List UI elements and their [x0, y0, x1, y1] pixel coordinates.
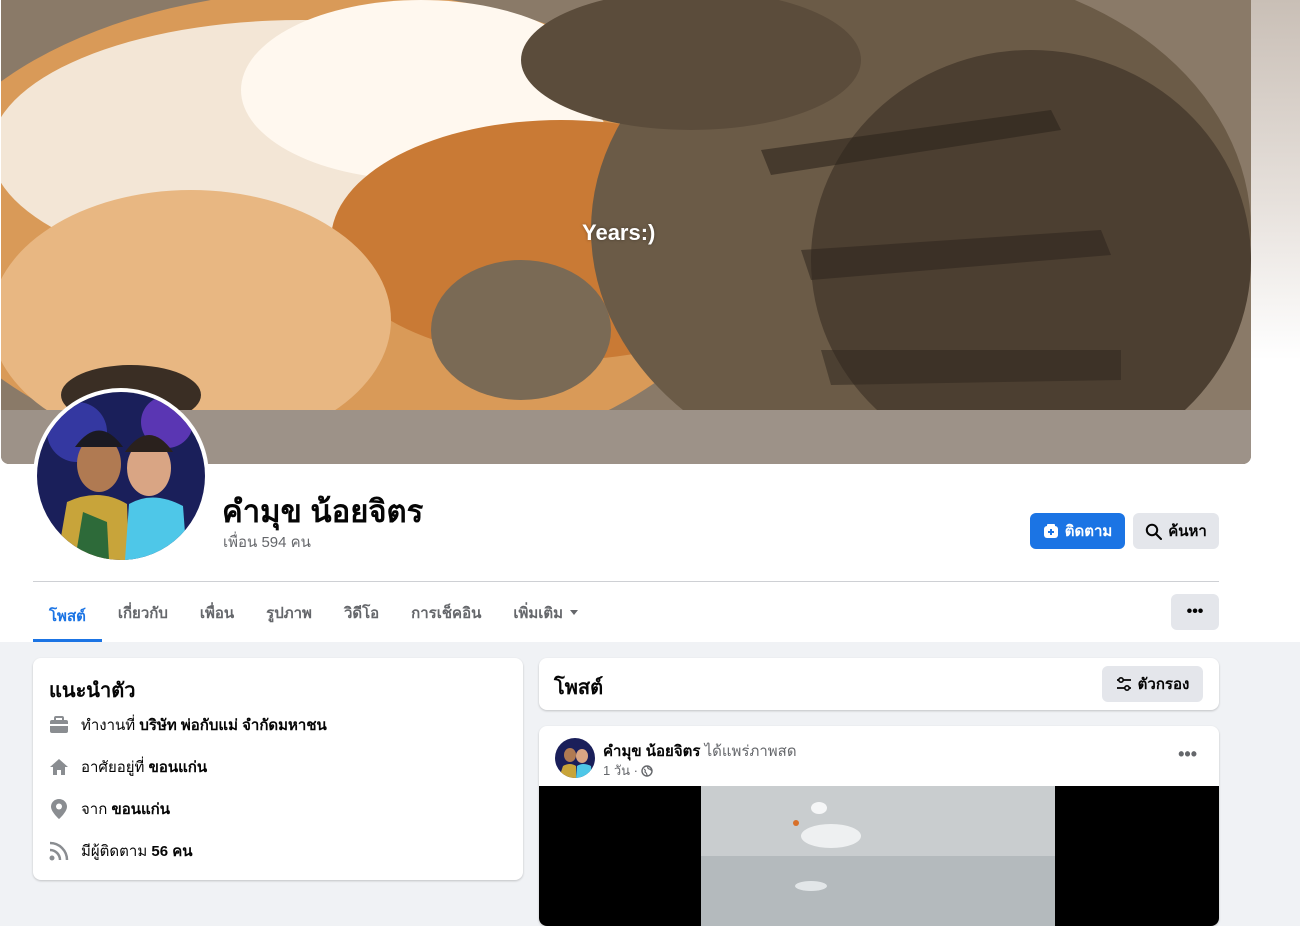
tab-friends[interactable]: เพื่อน	[184, 588, 250, 638]
home-icon	[48, 756, 70, 778]
cover-photo[interactable]: Years:)	[1, 0, 1251, 464]
tab-posts[interactable]: โพสต์	[33, 588, 102, 642]
intro-followers: มีผู้ติดตาม 56 คน	[48, 839, 193, 863]
header-divider	[33, 581, 1219, 582]
caret-down-icon	[569, 609, 579, 617]
live-video[interactable]	[539, 786, 1219, 926]
intro-lives: อาศัยอยู่ที่ ขอนแก่น	[48, 755, 207, 779]
intro-lives-prefix: อาศัยอยู่ที่	[81, 759, 145, 776]
post-options-button[interactable]: •••	[1178, 744, 1197, 765]
search-button[interactable]: ค้นหา	[1133, 513, 1219, 549]
add-person-icon	[1043, 523, 1059, 539]
post-author-avatar[interactable]	[555, 738, 595, 778]
search-icon	[1145, 523, 1163, 540]
intro-title: แนะนำตัว	[49, 680, 136, 702]
intro-lives-value[interactable]: ขอนแก่น	[149, 755, 208, 779]
post-card: คำมุข น้อยจิตร ได้แพร่ภาพสด 1 วัน · •••	[539, 726, 1219, 926]
video-frame	[701, 786, 1055, 926]
header-fade	[1251, 0, 1300, 360]
tab-checkins[interactable]: การเช็คอิน	[395, 588, 497, 638]
intro-work: ทำงานที่ บริษัท พ่อกับแม่ จำกัดมหาชน	[48, 713, 327, 737]
cover-caption: Years:)	[582, 220, 656, 245]
sliders-icon	[1116, 677, 1132, 691]
tab-about[interactable]: เกี่ยวกับ	[102, 588, 184, 638]
intro-work-prefix: ทำงานที่	[81, 717, 136, 734]
follow-label: ติดตาม	[1064, 523, 1113, 540]
tab-more-label: เพิ่มเติม	[513, 605, 564, 622]
location-pin-icon	[48, 798, 70, 820]
rss-icon	[48, 840, 70, 862]
intro-followers-value[interactable]: 56 คน	[151, 839, 192, 863]
search-label: ค้นหา	[1168, 523, 1207, 540]
posts-header-card: โพสต์ ตัวกรอง	[539, 658, 1219, 710]
follow-button[interactable]: ติดตาม	[1030, 513, 1125, 549]
intro-followers-prefix: มีผู้ติดตาม	[81, 843, 148, 860]
post-time[interactable]: 1 วัน ·	[603, 760, 638, 781]
filter-label: ตัวกรอง	[1137, 676, 1190, 693]
tab-videos[interactable]: วิดีโอ	[328, 588, 395, 638]
tab-photos[interactable]: รูปภาพ	[250, 588, 328, 638]
profile-name: คำมุข น้อยจิตร	[222, 494, 424, 529]
intro-work-value[interactable]: บริษัท พ่อกับแม่ จำกัดมหาชน	[139, 713, 326, 737]
posts-title: โพสต์	[554, 677, 604, 699]
more-options-button[interactable]: •••	[1171, 594, 1219, 630]
profile-avatar[interactable]	[33, 388, 209, 564]
post-author-name[interactable]: คำมุข น้อยจิตร	[603, 743, 700, 760]
intro-card: แนะนำตัว ทำงานที่ บริษัท พ่อกับแม่ จำกัด…	[33, 658, 523, 880]
friends-count[interactable]: เพื่อน 594 คน	[223, 530, 311, 554]
profile-avatar-image	[37, 392, 205, 560]
filter-button[interactable]: ตัวกรอง	[1102, 666, 1203, 702]
intro-from: จาก ขอนแก่น	[48, 797, 170, 821]
briefcase-icon	[48, 714, 70, 736]
post-action: ได้แพร่ภาพสด	[704, 743, 797, 760]
intro-from-value[interactable]: ขอนแก่น	[111, 797, 170, 821]
globe-icon	[641, 764, 653, 777]
intro-from-prefix: จาก	[81, 801, 108, 818]
profile-tabs: โพสต์ เกี่ยวกับ เพื่อน รูปภาพ วิดีโอ การ…	[33, 588, 595, 642]
post-meta: 1 วัน ·	[603, 760, 653, 781]
tab-more[interactable]: เพิ่มเติม	[497, 588, 595, 638]
